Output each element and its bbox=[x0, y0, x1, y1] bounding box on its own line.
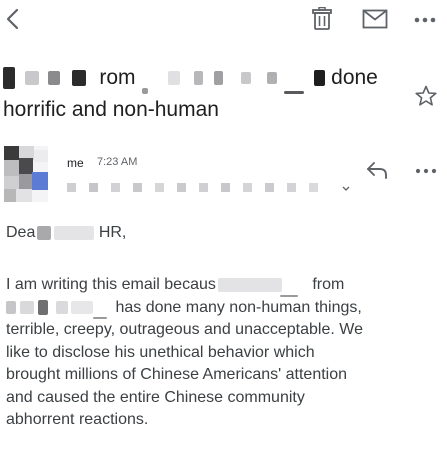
avatar[interactable] bbox=[4, 146, 48, 202]
reply-icon[interactable] bbox=[366, 160, 390, 180]
body-text: I am writing this email becaus bbox=[6, 276, 216, 293]
message-more-icon[interactable] bbox=[413, 162, 439, 178]
greeting: Dea HR, bbox=[6, 223, 126, 243]
redacted-block bbox=[54, 225, 95, 240]
more-options-icon[interactable] bbox=[412, 8, 440, 28]
body-line-1: I am writing this email becaus from bbox=[6, 274, 442, 297]
body-line-4: like to disclose his unethical behavior … bbox=[6, 343, 315, 361]
redacted-block bbox=[24, 71, 39, 86]
redacted-block bbox=[266, 72, 277, 85]
redacted-block bbox=[47, 71, 60, 86]
redacted-block bbox=[240, 72, 251, 85]
subject-line-1: rom done bbox=[3, 62, 393, 94]
greeting-end: HR, bbox=[98, 224, 127, 241]
greeting-start: Dea bbox=[6, 224, 36, 241]
redacted-block bbox=[56, 300, 68, 314]
mail-icon[interactable] bbox=[362, 9, 388, 29]
redacted-block bbox=[314, 70, 326, 87]
back-arrow-icon[interactable] bbox=[2, 6, 24, 32]
body-line-5: brought millions of Chinese Americans' a… bbox=[6, 366, 348, 383]
redacted-block bbox=[3, 67, 15, 90]
sender-name: me bbox=[67, 156, 84, 170]
message-time: 7:23 AM bbox=[97, 156, 138, 168]
redacted-block bbox=[71, 70, 86, 87]
email-subject: rom done horrific and non-human bbox=[3, 62, 393, 126]
redacted-block bbox=[217, 277, 282, 292]
redacted-block bbox=[6, 300, 16, 314]
redacted-block bbox=[38, 299, 48, 315]
subject-text-part2: done bbox=[331, 66, 378, 89]
redacted-block bbox=[168, 71, 181, 86]
body-line-2: has done many non-human things, bbox=[6, 297, 442, 319]
body-text: from bbox=[312, 276, 345, 293]
redacted-block bbox=[194, 71, 204, 86]
recipients-details[interactable] bbox=[67, 182, 357, 194]
subject-text-part1: rom bbox=[99, 66, 136, 89]
body-line-7: abhorrent reactions. bbox=[6, 411, 149, 428]
body-text: has done many non-human things, bbox=[115, 298, 362, 316]
subject-line-2: horrific and non-human bbox=[3, 98, 219, 121]
body-line-6: and caused the entire Chinese community bbox=[6, 388, 305, 406]
redacted-block bbox=[20, 300, 34, 314]
trash-icon[interactable] bbox=[311, 7, 333, 31]
redacted-block bbox=[213, 71, 223, 86]
email-body: I am writing this email becaus from has … bbox=[6, 274, 442, 432]
redacted-block bbox=[71, 300, 93, 314]
star-icon[interactable] bbox=[414, 84, 438, 108]
body-line-3: terrible, creepy, outrageous and unaccep… bbox=[6, 321, 363, 338]
top-toolbar bbox=[0, 0, 447, 40]
redacted-block bbox=[37, 225, 52, 240]
